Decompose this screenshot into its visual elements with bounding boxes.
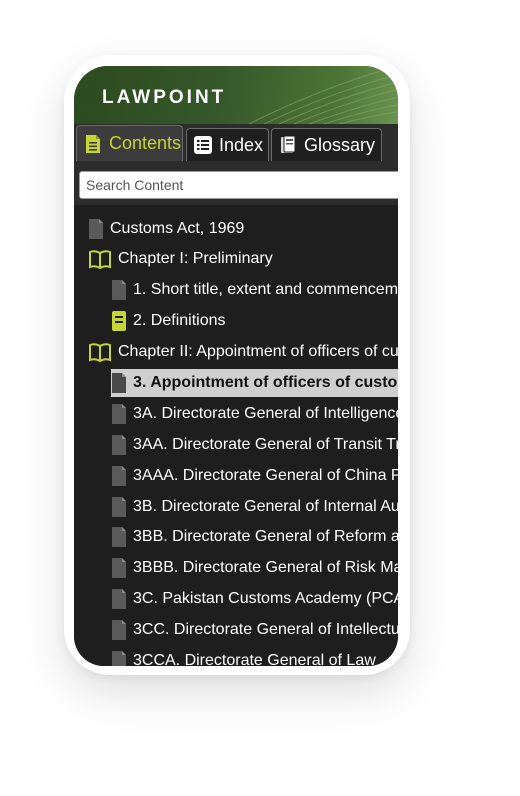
contents-list: Customs Act, 1969 Chapter I: Preliminary… (74, 205, 398, 666)
chapter-item-label: Chapter I: Preliminary (118, 250, 273, 267)
app-header: LAWPOINT (74, 66, 398, 124)
list-item-label: 3C. Pakistan Customs Academy (PCA) (133, 590, 398, 607)
document-icon (111, 589, 129, 609)
list-item[interactable]: 2. Definitions (111, 307, 398, 335)
tab-contents-label: Contents (109, 133, 182, 153)
list-item[interactable]: 3B. Directorate General of Internal Audi… (111, 493, 398, 521)
tab-index-label: Index (219, 134, 264, 155)
document-icon (111, 651, 129, 666)
list-item[interactable]: 3BBB. Directorate General of Risk Manage… (111, 554, 398, 582)
list-item[interactable]: 3A. Directorate General of Intelligence (111, 400, 398, 428)
list-item[interactable]: 1. Short title, extent and commencement (111, 276, 398, 304)
document-icon (111, 404, 129, 424)
tab-index[interactable]: Index (186, 128, 269, 161)
list-item[interactable]: 3BB. Directorate General of Reform and (111, 523, 398, 551)
list-item-label: 2. Definitions (133, 312, 226, 329)
book-icon (278, 135, 298, 155)
document-icon (111, 466, 129, 486)
chapter-item[interactable]: Chapter II: Appointment of officers of c… (88, 338, 398, 366)
list-item-label: 3BB. Directorate General of Reform and (133, 528, 398, 545)
selected-highlight: 3. Appointment of officers of customs (111, 369, 398, 397)
tab-glossary[interactable]: Glossary (271, 128, 382, 161)
document-icon (111, 620, 129, 640)
document-icon (111, 497, 129, 517)
document-icon (88, 219, 106, 239)
list-item[interactable]: Customs Act, 1969 (88, 215, 398, 243)
list-item[interactable]: 3AA. Directorate General of Transit Trad… (111, 431, 398, 459)
list-item-label: 3BBB. Directorate General of Risk Manage… (133, 559, 398, 576)
document-icon (111, 280, 129, 300)
list-item-label: 3CC. Directorate General of Intellectual (133, 621, 398, 638)
list-item-selected[interactable]: 3. Appointment of officers of customs (111, 369, 398, 397)
open-book-icon (88, 342, 112, 362)
list-item-label: 3A. Directorate General of Intelligence (133, 405, 398, 422)
chapter-item-label: Chapter II: Appointment of officers of c… (118, 343, 398, 360)
tab-bar: Contents Index Glossary (74, 124, 398, 161)
tab-contents[interactable]: Contents (76, 125, 183, 161)
list-item-label: 3B. Directorate General of Internal Audi… (133, 498, 398, 515)
document-icon (111, 373, 129, 393)
brand-logo: LAWPOINT (102, 87, 227, 108)
list-item[interactable]: 3CCA. Directorate General of Law (111, 647, 398, 666)
list-item-label: 3. Appointment of officers of customs (133, 374, 398, 391)
list-item[interactable]: 3AAA. Directorate General of China Pakis… (111, 462, 398, 490)
chapter-item[interactable]: Chapter I: Preliminary (88, 245, 398, 273)
list-item[interactable]: 3CC. Directorate General of Intellectual (111, 616, 398, 644)
document-list-icon (83, 134, 103, 154)
search-area (74, 161, 398, 205)
app-screen: LAWPOINT Contents Index Glossary Search … (74, 66, 398, 666)
list-item[interactable]: 3C. Pakistan Customs Academy (PCA) (111, 585, 398, 613)
search-input[interactable] (79, 171, 398, 199)
list-item-label: 1. Short title, extent and commencement (133, 281, 398, 298)
open-book-icon (88, 249, 112, 269)
list-item-label: 3CCA. Directorate General of Law (133, 652, 376, 666)
list-item-label: Customs Act, 1969 (110, 220, 245, 237)
document-icon (111, 435, 129, 455)
definitions-icon (111, 311, 129, 331)
document-icon (111, 527, 129, 547)
document-icon (111, 558, 129, 578)
tab-glossary-label: Glossary (304, 134, 376, 155)
list-icon (193, 135, 213, 155)
list-item-label: 3AAA. Directorate General of China Pakis… (133, 467, 398, 484)
list-item-label: 3AA. Directorate General of Transit Trad… (133, 436, 398, 453)
